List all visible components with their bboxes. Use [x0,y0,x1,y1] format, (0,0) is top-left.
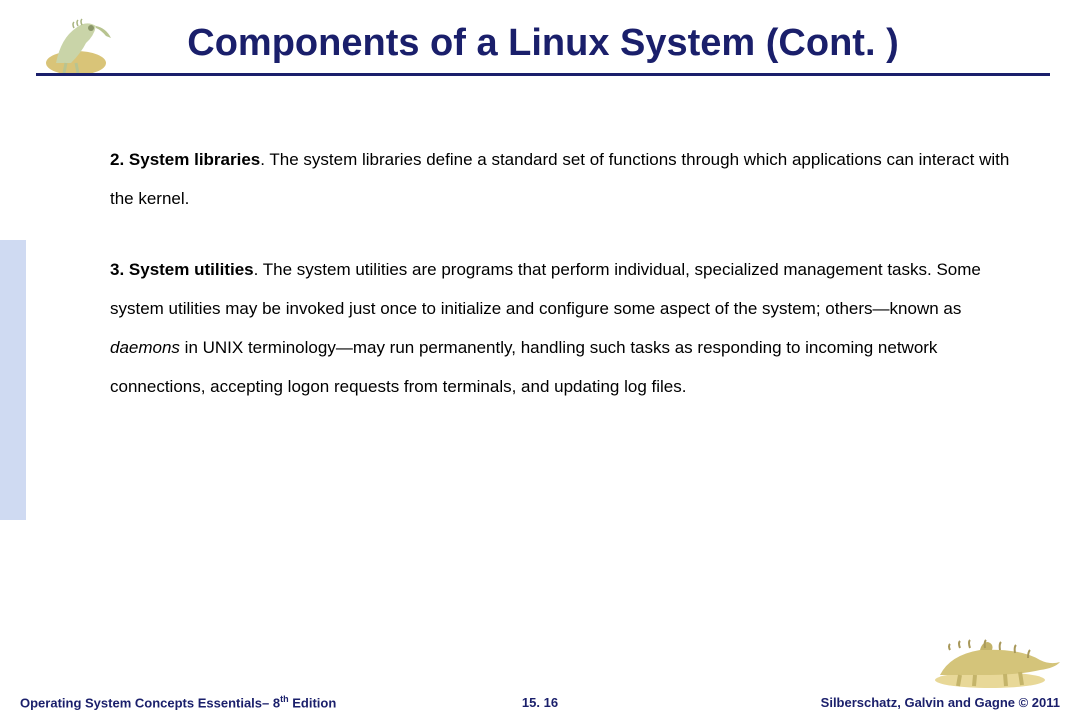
para2-part2: in UNIX terminology—may run permanently,… [110,338,937,396]
paragraph-system-utilities: 3. System utilities. The system utilitie… [110,250,1020,406]
footer-book-title: Operating System Concepts Essentials– 8t… [20,694,336,710]
footer-copyright: Silberschatz, Galvin and Gagne © 2011 [821,695,1060,710]
left-accent-strip [0,240,26,520]
slide-footer: Operating System Concepts Essentials– 8t… [0,686,1080,710]
para1-lead: 2. System libraries [110,150,260,169]
para2-lead: 3. System utilities [110,260,254,279]
slide-title: Components of a Linux System (Cont. ) [36,22,1050,73]
footer-left-b: Edition [289,695,337,710]
para2-italic: daemons [110,338,180,357]
footer-slide-number: 15. 16 [522,695,558,710]
slide-body: 2. System libraries. The system librarie… [110,140,1020,439]
title-underline [36,73,1050,76]
paragraph-system-libraries: 2. System libraries. The system librarie… [110,140,1020,218]
footer-left-sup: th [280,694,289,704]
dinosaur-logo-bottom [910,620,1070,690]
footer-left-a: Operating System Concepts Essentials– 8 [20,695,280,710]
slide-header: Components of a Linux System (Cont. ) [36,22,1050,76]
